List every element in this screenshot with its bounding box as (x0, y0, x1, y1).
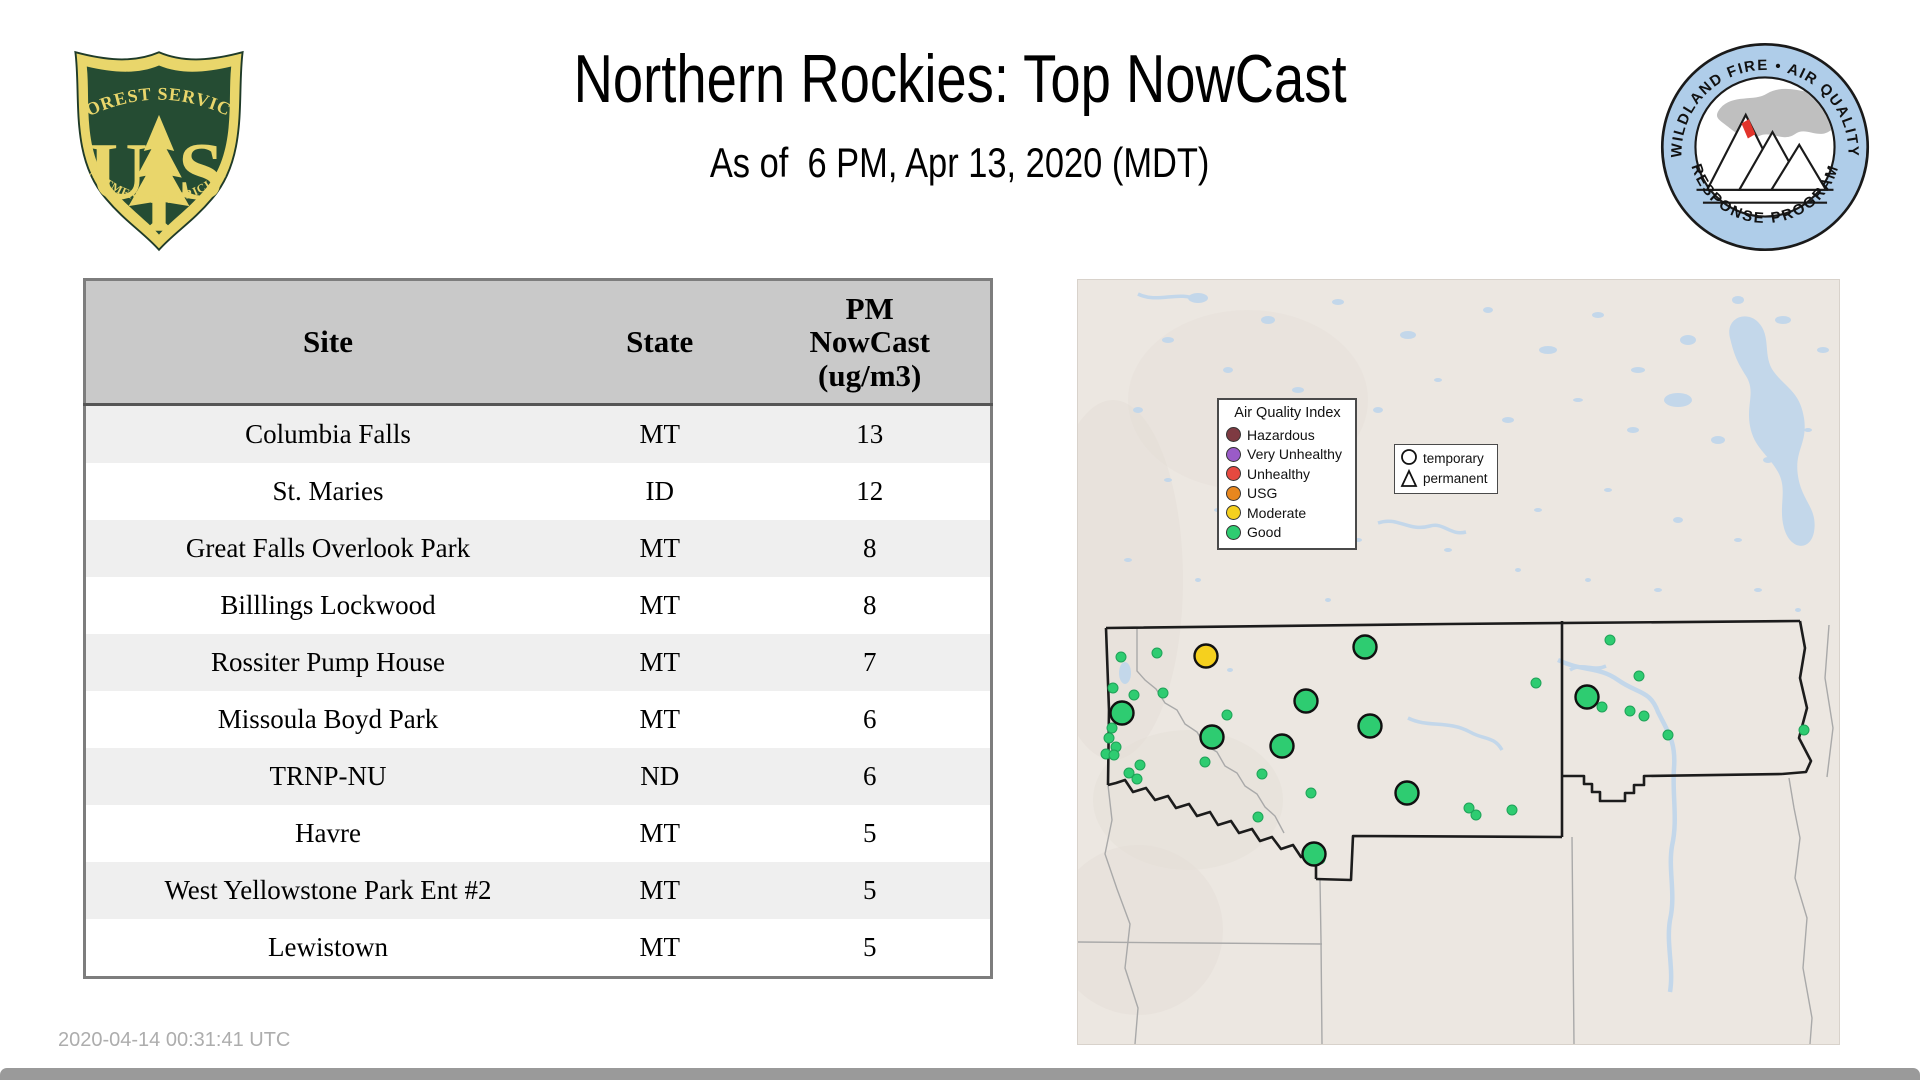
monitor-dot-small (1221, 709, 1233, 721)
monitor-dot-large (1109, 700, 1135, 726)
monitor-dot-small (1798, 724, 1810, 736)
col-header-state: State (569, 279, 750, 406)
marker-type-symbols (1400, 449, 1418, 487)
monitor-dot-small (1103, 732, 1115, 744)
table-row: Billlings Lockwood MT 8 (84, 577, 992, 634)
monitor-dot-small (1134, 759, 1146, 771)
table-row: St. Maries ID 12 (84, 463, 992, 520)
monitor-dot-small (1624, 705, 1636, 717)
monitor-dot-small (1157, 687, 1169, 699)
col-header-site: Site (84, 279, 570, 406)
col-header-pm-nowcast: PM NowCast (ug/m3) (749, 279, 992, 406)
temporary-marker-icon (1401, 449, 1417, 465)
permanent-label: permanent (1423, 471, 1488, 486)
aqi-color-swatch (1226, 485, 1241, 501)
monitor-dot-small (1662, 729, 1674, 741)
permanent-marker-icon (1400, 468, 1418, 487)
marker-type-legend: temporary permanent (1394, 444, 1498, 494)
table-row: Columbia Falls MT 13 (84, 404, 992, 463)
aqi-color-swatch (1226, 524, 1241, 540)
header: Northern Rockies: Top NowCast As of 6 PM… (300, 42, 1620, 187)
monitor-dot-small (1305, 787, 1317, 799)
table-row: Rossiter Pump House MT 7 (84, 634, 992, 691)
monitor-dot-large (1199, 724, 1225, 750)
aqi-color-swatch (1226, 427, 1241, 443)
aqi-legend-item: Unhealthy (1226, 464, 1349, 484)
aqi-legend-label: Moderate (1247, 504, 1307, 521)
monitor-dot-large (1352, 634, 1378, 660)
monitor-dot-small (1115, 651, 1127, 663)
aqi-legend: Air Quality Index Hazardous Very Unhealth… (1217, 398, 1357, 550)
table-header-row: Site State PM NowCast (ug/m3) (84, 279, 992, 406)
monitor-dot-large (1394, 780, 1420, 806)
monitor-dot-small (1604, 634, 1616, 646)
monitor-dot-small (1638, 710, 1650, 722)
monitor-dot-small (1256, 768, 1268, 780)
monitor-dot-small (1107, 682, 1119, 694)
nowcast-table: Site State PM NowCast (ug/m3) Columbia F… (83, 278, 993, 979)
aqi-legend-item: USG (1226, 484, 1349, 504)
table-row: West Yellowstone Park Ent #2 MT 5 (84, 862, 992, 919)
monitor-dot-small (1106, 722, 1118, 734)
usfs-logo: FOREST SERVICE U S DEPARTMENT OF AGRICUL… (64, 44, 244, 252)
aqi-legend-items: Hazardous Very Unhealthy Unhealthy USG Moder… (1226, 425, 1349, 542)
monitor-dot-small (1108, 749, 1120, 761)
terrain-shade (1078, 845, 1223, 1015)
table-row: TRNP-NU ND 6 (84, 748, 992, 805)
temporary-label: temporary (1423, 451, 1484, 466)
monitor-dot-small (1596, 701, 1608, 713)
aqi-legend-label: Very Unhealthy (1247, 446, 1342, 463)
table-row: Havre MT 5 (84, 805, 992, 862)
generation-timestamp: 2020-04-14 00:31:41 UTC (58, 1029, 291, 1051)
aqi-legend-title: Air Quality Index (1234, 405, 1341, 421)
air-quality-map: Air Quality Index Hazardous Very Unhealth… (1077, 279, 1840, 1045)
aqi-legend-item: Very Unhealthy (1226, 445, 1349, 465)
map-canvas (1078, 292, 1834, 1044)
monitor-dot-small (1530, 677, 1542, 689)
aqi-color-swatch (1226, 446, 1241, 462)
slide: FOREST SERVICE U S DEPARTMENT OF AGRICUL… (0, 0, 1920, 1080)
aqi-color-swatch (1226, 505, 1241, 521)
page-title: Northern Rockies: Top NowCast (573, 41, 1347, 117)
monitor-dot-small (1131, 773, 1143, 785)
aqi-legend-item: Moderate (1226, 503, 1349, 523)
table-body: Columbia Falls MT 13 St. Maries ID 12 Great Fa… (84, 404, 992, 978)
table-row: Great Falls Overlook Park MT 8 (84, 520, 992, 577)
aqi-legend-item: Good (1226, 523, 1349, 543)
monitor-dot-small (1633, 670, 1645, 682)
page-subtitle: As of 6 PM, Apr 13, 2020 (MDT) (710, 138, 1210, 186)
aqi-legend-item: Hazardous (1226, 425, 1349, 445)
monitor-dot-small (1506, 804, 1518, 816)
monitor-dot-large (1269, 733, 1295, 759)
monitor-dot-small (1199, 756, 1211, 768)
wfaqrp-logo: WILDLAND FIRE • AIR QUALITY RESPONSE PRO… (1660, 42, 1870, 252)
monitor-dot-large (1301, 841, 1327, 867)
aqi-legend-label: Unhealthy (1247, 465, 1311, 482)
aqi-color-swatch (1226, 466, 1241, 482)
aqi-legend-label: Good (1247, 524, 1282, 541)
monitor-dot-small (1470, 809, 1482, 821)
monitor-dot-large (1357, 713, 1383, 739)
aqi-legend-label: USG (1247, 485, 1278, 502)
monitor-dot-small (1151, 647, 1163, 659)
table-row: Missoula Boyd Park MT 6 (84, 691, 992, 748)
table-row: Lewistown MT 5 (84, 919, 992, 978)
aqi-legend-label: Hazardous (1247, 426, 1315, 443)
monitor-dot-small (1128, 689, 1140, 701)
monitor-dot-large (1293, 688, 1319, 714)
monitor-dot-small (1252, 811, 1264, 823)
monitor-dot-large (1574, 684, 1600, 710)
monitor-dot-large (1193, 643, 1219, 669)
bottom-bar (0, 1068, 1920, 1080)
